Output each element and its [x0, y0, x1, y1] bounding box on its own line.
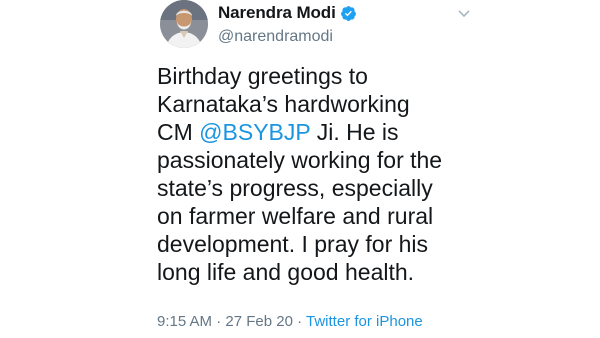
tweet-source-link[interactable]: Twitter for iPhone [306, 313, 423, 330]
tweet-line: development. I pray for his [157, 231, 429, 257]
tweet-line-post: Ji. He is [310, 119, 399, 145]
mention-link[interactable]: @BSYBJP [199, 119, 310, 145]
tweet-date[interactable]: 27 Feb 20 [225, 313, 293, 330]
tweet-metadata: 9:15 AM · 27 Feb 20 · Twitter for iPhone [157, 312, 423, 332]
tweet-text: Birthday greetings to Karnataka’s hardwo… [157, 62, 587, 286]
tweet-line: Karnataka’s hardworking [157, 91, 410, 117]
meta-separator: · [212, 313, 226, 330]
tweet-time[interactable]: 9:15 AM [157, 313, 212, 330]
display-name[interactable]: Narendra Modi [218, 2, 336, 24]
chevron-down-icon[interactable] [458, 6, 470, 18]
avatar[interactable] [160, 0, 208, 48]
tweet-header: Narendra Modi @narendramodi [218, 2, 357, 48]
user-handle[interactable]: @narendramodi [218, 26, 357, 48]
tweet-line: on farmer welfare and rural [157, 203, 434, 229]
tweet-card: Narendra Modi @narendramodi Birthday gre… [0, 0, 600, 338]
tweet-line: Birthday greetings to [157, 63, 368, 89]
verified-badge-icon [340, 5, 357, 22]
tweet-line: state’s progress, especially [157, 175, 433, 201]
tweet-line-pre: CM [157, 119, 200, 145]
tweet-line: passionately working for the [157, 147, 443, 173]
avatar-image [160, 0, 208, 48]
meta-separator: · [292, 313, 307, 330]
name-row: Narendra Modi [218, 2, 357, 24]
tweet-line: long life and good health. [157, 259, 415, 285]
